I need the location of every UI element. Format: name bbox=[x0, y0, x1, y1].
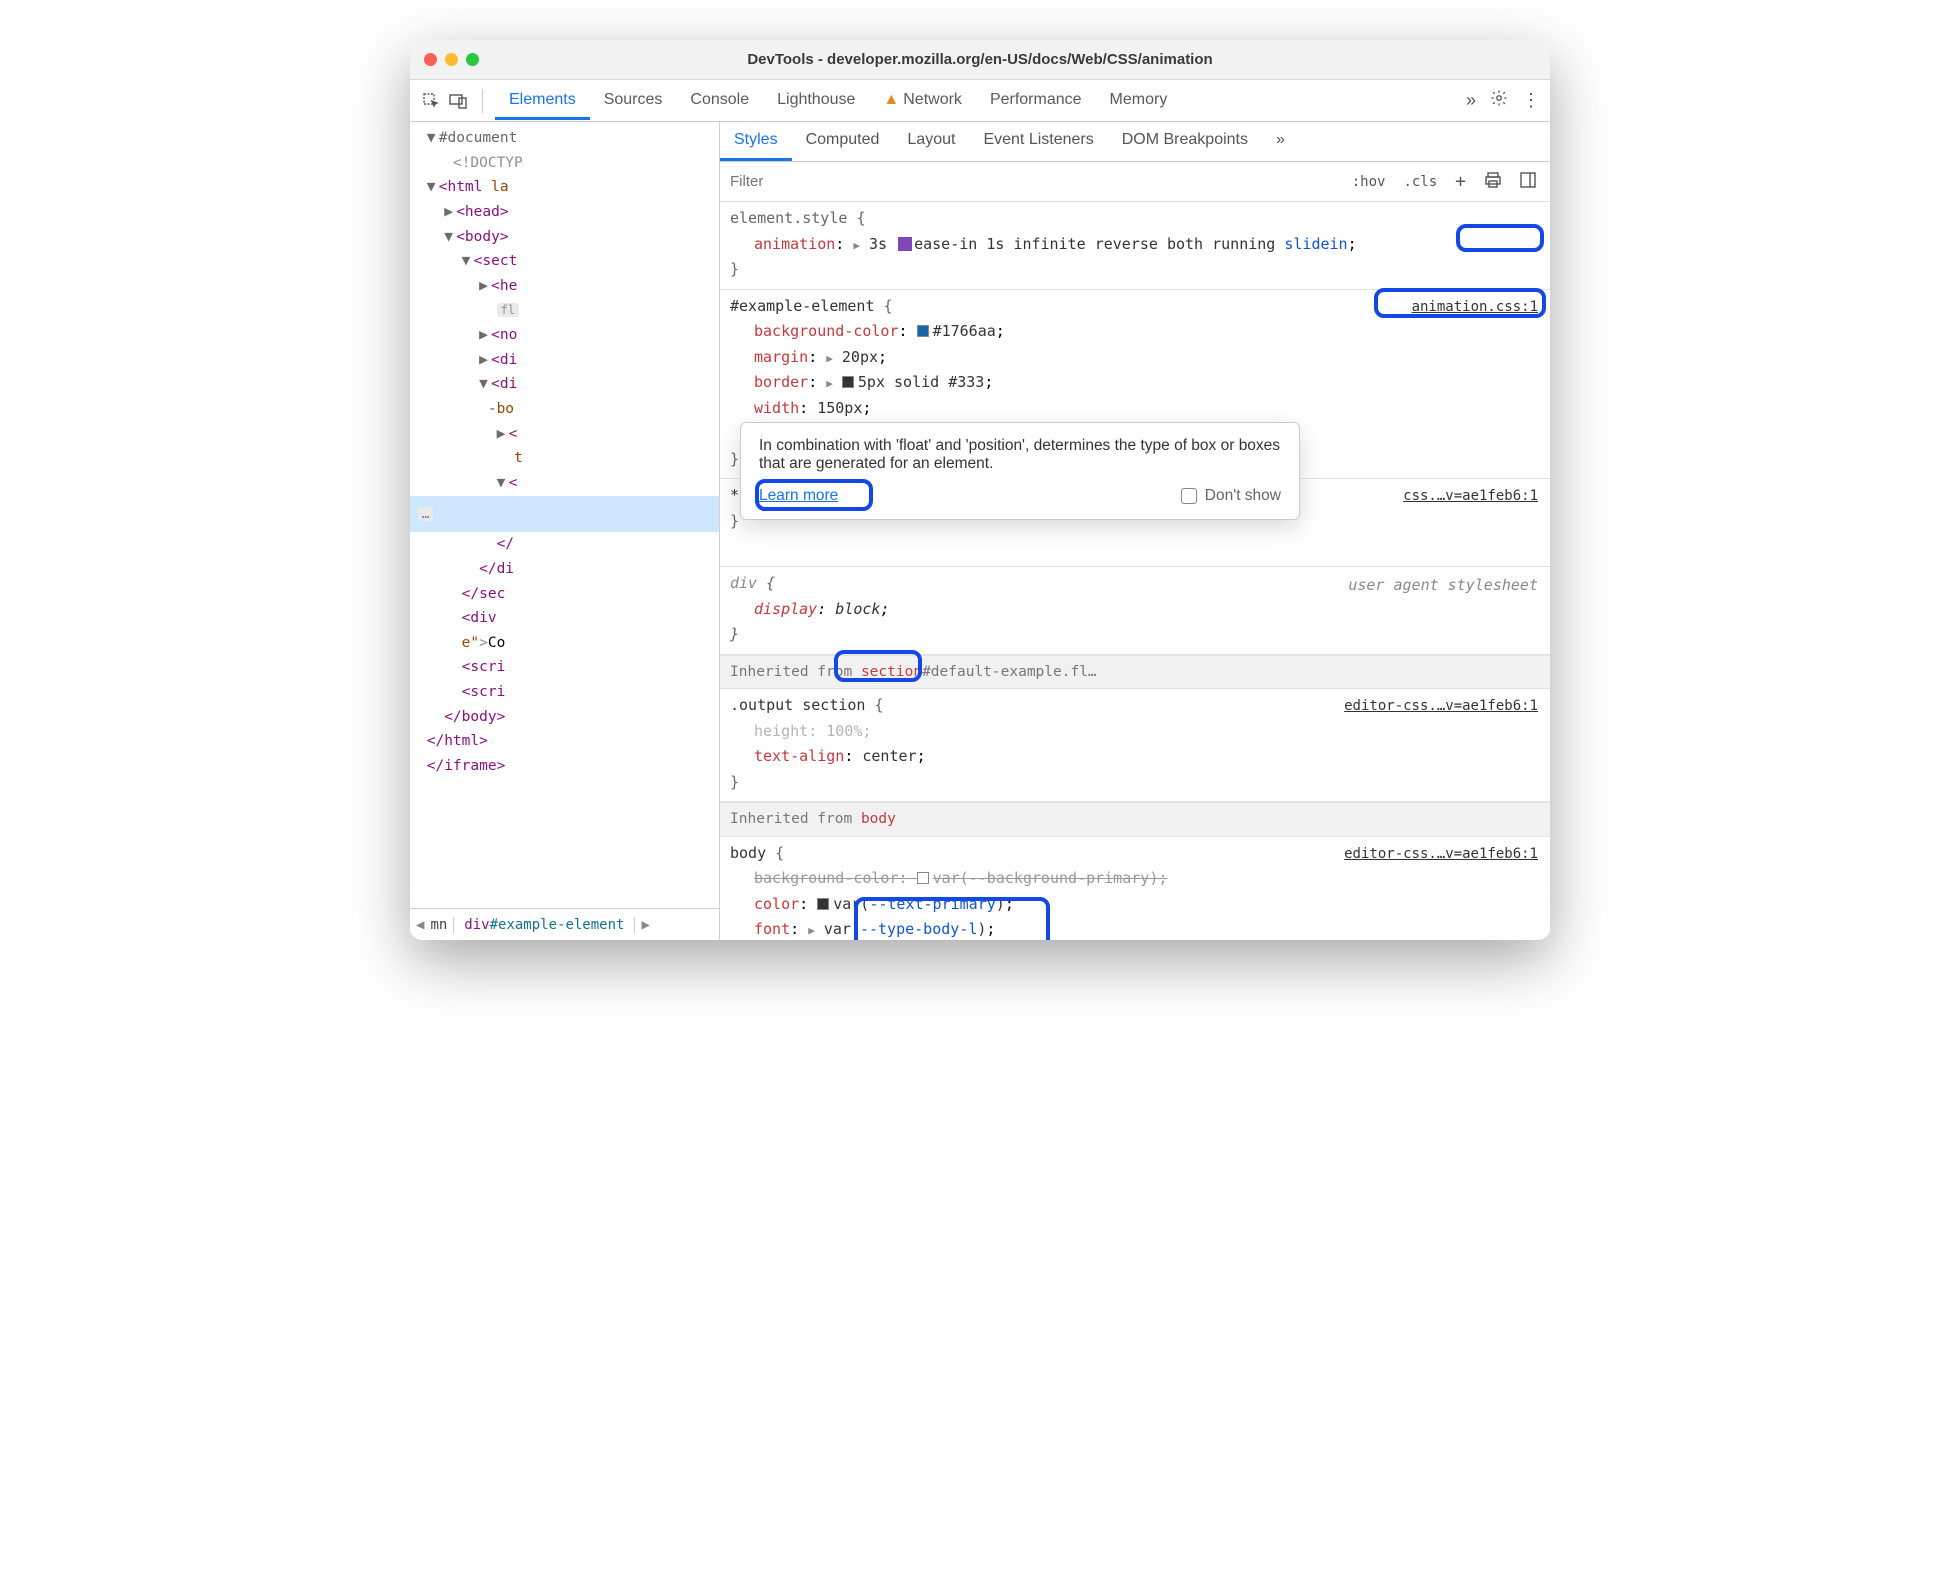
breadcrumb-current[interactable]: div#example-element bbox=[453, 917, 635, 933]
devtools-window: DevTools - developer.mozilla.org/en-US/d… bbox=[410, 40, 1550, 940]
selector-label: body bbox=[730, 844, 766, 862]
cls-toggle[interactable]: .cls bbox=[1397, 172, 1443, 192]
rule-element-style[interactable]: element.style { animation: ▶ 3s ease-in … bbox=[720, 202, 1550, 290]
subtab-layout[interactable]: Layout bbox=[893, 122, 969, 161]
prop-font[interactable]: font: ▶ var(--type-body-l); bbox=[730, 917, 1540, 940]
dom-tree[interactable]: ▼#document <!DOCTYP ▼<html la ▶<head> ▼<… bbox=[410, 122, 719, 908]
tab-lighthouse[interactable]: Lighthouse bbox=[763, 82, 869, 120]
selector-label: .output section bbox=[730, 696, 865, 714]
source-link[interactable]: animation.css:1 bbox=[1412, 296, 1538, 320]
styles-filter-input[interactable] bbox=[720, 162, 1338, 201]
styles-filter-bar: :hov .cls + bbox=[720, 162, 1550, 202]
checkbox-icon[interactable] bbox=[1181, 488, 1197, 504]
styles-subtabs: Styles Computed Layout Event Listeners D… bbox=[720, 122, 1550, 162]
prop-margin[interactable]: margin: ▶ 20px; bbox=[730, 345, 1540, 371]
toolbar-right: » ⋮ bbox=[1466, 89, 1540, 112]
prop-animation[interactable]: animation: ▶ 3s ease-in 1s infinite reve… bbox=[730, 232, 1540, 258]
subtab-event-listeners[interactable]: Event Listeners bbox=[969, 122, 1107, 161]
toolbar-separator bbox=[482, 89, 483, 113]
source-link[interactable]: css.…v=ae1feb6:1 bbox=[1403, 485, 1538, 509]
dont-show-checkbox[interactable]: Don't show bbox=[1181, 487, 1281, 505]
tab-network[interactable]: ▲Network bbox=[869, 82, 976, 120]
breadcrumb-ancestor[interactable]: mn bbox=[430, 917, 447, 933]
selector-label: element.style bbox=[730, 209, 847, 227]
prop-height[interactable]: height: 100%; bbox=[730, 719, 1540, 745]
subtab-styles[interactable]: Styles bbox=[720, 122, 792, 161]
inherited-from-section-header: Inherited from section#default-example.f… bbox=[720, 655, 1550, 690]
styles-panel: Styles Computed Layout Event Listeners D… bbox=[720, 122, 1550, 940]
tab-elements[interactable]: Elements bbox=[495, 82, 590, 120]
device-toggle-icon[interactable] bbox=[448, 90, 470, 112]
tab-sources[interactable]: Sources bbox=[590, 82, 677, 120]
inherited-from-body-header: Inherited from body bbox=[720, 802, 1550, 837]
main-row: ▼#document <!DOCTYP ▼<html la ▶<head> ▼<… bbox=[410, 122, 1550, 940]
prop-display[interactable]: display: block; bbox=[730, 597, 1540, 623]
prop-background-color[interactable]: background-color: #1766aa; bbox=[730, 319, 1540, 345]
source-link[interactable]: editor-css.…v=ae1feb6:1 bbox=[1344, 843, 1538, 867]
prop-background-color[interactable]: background-color: var(--background-prima… bbox=[730, 866, 1540, 892]
settings-icon[interactable] bbox=[1490, 89, 1508, 112]
breadcrumb-prev-icon[interactable]: ◀ bbox=[416, 917, 424, 933]
subtab-dom-breakpoints[interactable]: DOM Breakpoints bbox=[1108, 122, 1262, 161]
animation-name-link[interactable]: slidein bbox=[1284, 235, 1347, 253]
dom-breadcrumb[interactable]: ◀ mn div#example-element ▶ bbox=[410, 908, 719, 940]
main-tabs: Elements Sources Console Lighthouse ▲Net… bbox=[495, 82, 1460, 120]
selector-label: div bbox=[730, 574, 757, 592]
subtab-computed[interactable]: Computed bbox=[792, 122, 894, 161]
styles-rules-list[interactable]: element.style { animation: ▶ 3s ease-in … bbox=[720, 202, 1550, 940]
inspect-icon[interactable] bbox=[420, 90, 442, 112]
print-media-icon[interactable] bbox=[1478, 170, 1508, 194]
rule-body[interactable]: editor-css.…v=ae1feb6:1 body { backgroun… bbox=[720, 837, 1550, 940]
titlebar: DevTools - developer.mozilla.org/en-US/d… bbox=[410, 40, 1550, 80]
rule-output-section[interactable]: editor-css.…v=ae1feb6:1 .output section … bbox=[720, 689, 1550, 802]
hov-toggle[interactable]: :hov bbox=[1346, 172, 1392, 192]
tab-memory[interactable]: Memory bbox=[1096, 82, 1182, 120]
tab-console[interactable]: Console bbox=[676, 82, 763, 120]
source-label: user agent stylesheet bbox=[1348, 573, 1538, 599]
tab-performance[interactable]: Performance bbox=[976, 82, 1096, 120]
computed-sidebar-icon[interactable] bbox=[1514, 170, 1542, 194]
subtabs-overflow-icon[interactable]: » bbox=[1262, 122, 1299, 161]
tabs-overflow-icon[interactable]: » bbox=[1466, 90, 1476, 111]
prop-width[interactable]: width: 150px; bbox=[730, 396, 1540, 422]
selector-label: #example-element bbox=[730, 297, 875, 315]
prop-text-align[interactable]: text-align: center; bbox=[730, 744, 1540, 770]
learn-more-link[interactable]: Learn more bbox=[759, 487, 838, 505]
css-documentation-tooltip: In combination with 'float' and 'positio… bbox=[740, 422, 1300, 520]
easing-swatch-icon[interactable] bbox=[898, 237, 912, 251]
rule-div-useragent[interactable]: user agent stylesheet div { display: blo… bbox=[720, 567, 1550, 655]
source-link[interactable]: editor-css.…v=ae1feb6:1 bbox=[1344, 695, 1538, 719]
dom-tree-panel: ▼#document <!DOCTYP ▼<html la ▶<head> ▼<… bbox=[410, 122, 720, 940]
tooltip-text: In combination with 'float' and 'positio… bbox=[759, 437, 1281, 473]
prop-border[interactable]: border: ▶ 5px solid #333; bbox=[730, 370, 1540, 396]
selector-label: * bbox=[730, 486, 739, 504]
filter-actions: :hov .cls + bbox=[1338, 162, 1550, 201]
kebab-menu-icon[interactable]: ⋮ bbox=[1522, 90, 1540, 111]
main-toolbar: Elements Sources Console Lighthouse ▲Net… bbox=[410, 80, 1550, 122]
prop-color[interactable]: color: var(--text-primary); bbox=[730, 892, 1540, 918]
new-rule-button[interactable]: + bbox=[1449, 169, 1472, 194]
window-title: DevTools - developer.mozilla.org/en-US/d… bbox=[410, 51, 1550, 68]
breadcrumb-next-icon[interactable]: ▶ bbox=[641, 917, 649, 933]
